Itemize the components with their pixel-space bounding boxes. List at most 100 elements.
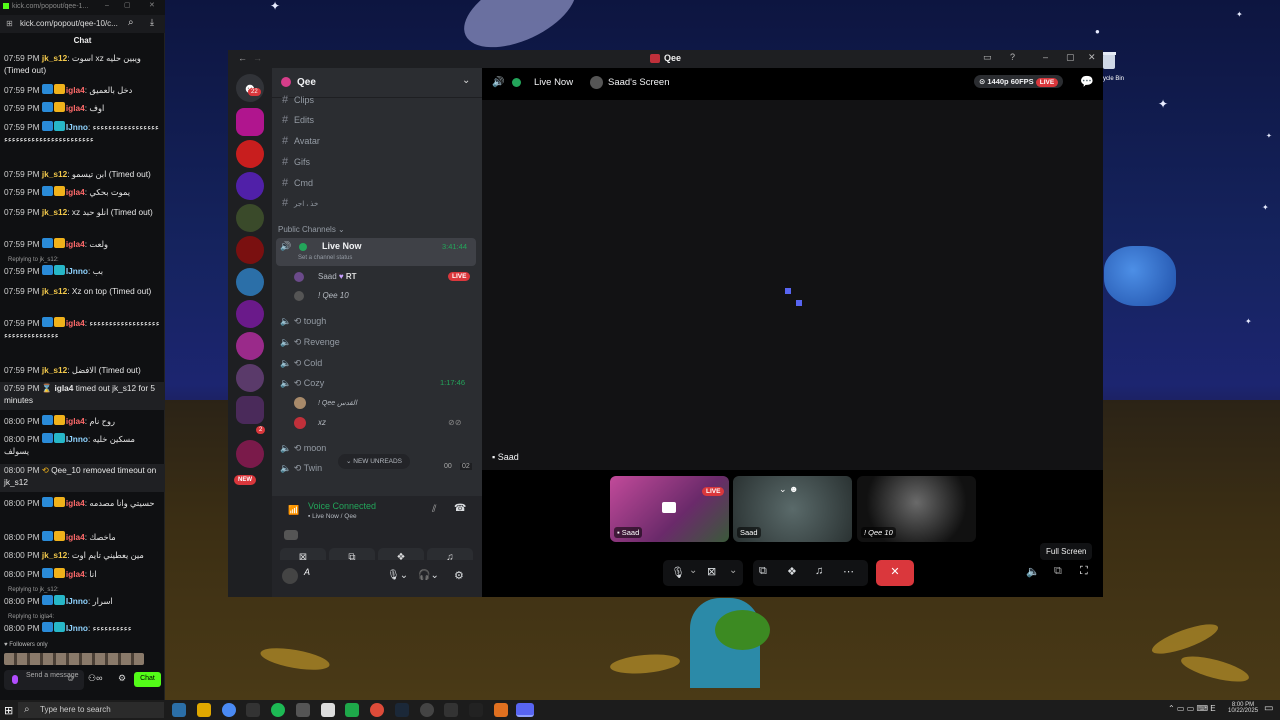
headphones-icon[interactable]: 🎧⌄ xyxy=(418,570,439,581)
server-icon[interactable] xyxy=(236,300,264,328)
avatar[interactable] xyxy=(282,568,298,584)
emoji-icon[interactable]: ☺ xyxy=(66,674,75,683)
voice-user[interactable]: ! Qee القدس xyxy=(294,397,357,409)
chevron-down-icon[interactable]: ⌄ xyxy=(729,565,737,576)
leave-call-button[interactable]: ✕ xyxy=(876,560,914,586)
chat-modes-icon[interactable]: ⚇∞ xyxy=(88,673,102,684)
chat-message[interactable]: 08:00 PM IJnno: ءءءءءءءءءء xyxy=(4,622,162,634)
share-screen-icon[interactable]: ⧉ xyxy=(759,565,767,578)
chat-message[interactable]: 07:59 PM jk_s12: اسوت xz ويبين حليه (Tim… xyxy=(4,52,162,76)
back-arrow-icon[interactable]: ← xyxy=(238,53,247,63)
moderation-message[interactable]: 07:59 PM ⌛ igla4 timed out jk_s12 for 5 … xyxy=(0,382,165,410)
gear-icon[interactable]: ⚙ xyxy=(118,673,126,684)
discord-taskbar-icon[interactable] xyxy=(516,703,534,717)
inbox-icon[interactable]: ▭ xyxy=(983,52,992,63)
server-folder-icon[interactable] xyxy=(236,364,264,392)
channel-cmd[interactable]: # Cmd xyxy=(282,177,313,191)
collapse-icon[interactable]: ⌄ ☻ xyxy=(779,484,799,495)
app-icon[interactable] xyxy=(246,703,260,717)
chat-message[interactable]: 07:59 PM igla4: ءءءءءءءءءءءءءءءءءءءءءءءء… xyxy=(4,317,162,341)
search-icon[interactable]: ⌕ xyxy=(128,17,134,28)
clock[interactable]: 8:00 PM 10/22/2025 xyxy=(1228,702,1258,714)
maximize-icon[interactable]: ▢ xyxy=(1066,52,1075,63)
voice-channel-revenge[interactable]: 🔈 ⟲ Revenge xyxy=(280,337,340,348)
chat-message[interactable]: 08:00 PM jk_s12: مين يعطيني تايم اوت xyxy=(4,549,162,561)
chat-message[interactable]: 08:00 PM igla4: ماخصك xyxy=(4,531,162,543)
server-icon[interactable] xyxy=(236,140,264,168)
voice-channel-cold[interactable]: 🔈 ⟲ Cold xyxy=(280,358,322,369)
channel-gifs[interactable]: # Gifs xyxy=(282,156,310,170)
gear-icon[interactable]: ⚙ xyxy=(454,569,464,582)
participant-tile-saad[interactable]: ⌄ ☻ Saad xyxy=(733,476,852,542)
tray-icons[interactable]: ⌃ ▭ ▭ ⌨ E xyxy=(1168,704,1216,713)
file-explorer-icon[interactable] xyxy=(197,703,211,717)
emote-row[interactable] xyxy=(4,653,144,665)
voice-user-qee[interactable]: ! Qee 10 xyxy=(294,291,349,301)
server-icon[interactable] xyxy=(236,236,264,264)
app-icon[interactable] xyxy=(420,703,434,717)
noise-suppression-icon[interactable]: ⫽ xyxy=(432,504,436,515)
activities-icon[interactable]: ❖ xyxy=(787,565,797,578)
download-icon[interactable]: ⤓ xyxy=(150,17,154,28)
server-icon[interactable] xyxy=(236,268,264,296)
chat-message[interactable]: 07:59 PM igla4: يموت بحكي xyxy=(4,186,162,198)
chevron-down-icon[interactable]: ⌄ xyxy=(462,75,470,86)
chat-message[interactable]: 07:59 PM jk_s12: الافضل (Timed out) xyxy=(4,364,162,376)
chat-message[interactable]: 07:59 PM IJnno: بب xyxy=(4,265,162,277)
chat-message[interactable]: 07:59 PM jk_s12: xz انلو حبد (Timed out) xyxy=(4,206,162,218)
signal-icon[interactable]: 📶 xyxy=(288,505,299,516)
chat-message[interactable]: 07:59 PM igla4: دخل بالعميق xyxy=(4,84,162,96)
participant-tile-qee[interactable]: ! Qee 10 xyxy=(857,476,976,542)
channel-edits[interactable]: # Edits xyxy=(282,114,314,128)
soundboard-icon[interactable]: ♫ xyxy=(815,565,823,577)
help-icon[interactable]: ? xyxy=(1010,52,1015,62)
channel-live-now[interactable]: 🔊 Live Now 3:41:44 Set a channel status xyxy=(276,238,476,266)
new-unreads-pill[interactable]: ⌄ NEW UNREADS xyxy=(338,454,411,469)
windows-start-icon[interactable]: ⊞ xyxy=(4,704,13,717)
recycle-bin-icon[interactable] xyxy=(1100,50,1124,74)
app-icon[interactable] xyxy=(494,703,508,717)
chat-message[interactable]: 07:59 PM IJnno: ءءءءءءءءءءءءءءءءءءءءءءءء… xyxy=(4,121,162,145)
moderation-message[interactable]: 08:00 PM ⟲ Qee_10 removed timeout on jk_… xyxy=(0,464,165,492)
minimize-icon[interactable]: – xyxy=(105,2,109,9)
maximize-icon[interactable]: ▢ xyxy=(124,1,131,9)
microphone-icon[interactable]: 🎙 xyxy=(671,566,685,579)
notepad-icon[interactable] xyxy=(321,703,335,717)
volume-icon[interactable]: 🔈 xyxy=(1026,565,1040,578)
chevron-down-icon[interactable]: ⌄ xyxy=(689,565,697,576)
mic-control[interactable]: 🎙 ⌄ ⊠ ⌄ xyxy=(663,560,743,586)
steam-icon[interactable] xyxy=(395,703,409,717)
stream-stage[interactable]: ▪ Saad xyxy=(482,100,1103,470)
spotify-icon[interactable] xyxy=(271,703,285,717)
close-icon[interactable]: ✕ xyxy=(1088,52,1096,63)
app-icon[interactable] xyxy=(469,703,483,717)
forward-arrow-icon[interactable]: → xyxy=(253,53,262,63)
server-icon[interactable] xyxy=(236,108,264,136)
voice-user[interactable]: xz ⊘⊘ xyxy=(294,417,478,429)
app-icon[interactable] xyxy=(345,703,359,717)
camera-off-icon[interactable]: ⊠ xyxy=(707,565,716,578)
chat-message[interactable]: 07:59 PM igla4: ولعت xyxy=(4,238,162,250)
server-icon[interactable] xyxy=(236,172,264,200)
chrome-icon[interactable] xyxy=(370,703,384,717)
task-view-icon[interactable] xyxy=(172,703,186,717)
server-icon[interactable] xyxy=(236,204,264,232)
participant-tile-saad-stream[interactable]: LIVE ▪ Saad xyxy=(610,476,729,542)
site-info-icon[interactable]: ⊞ xyxy=(6,19,13,28)
microphone-icon[interactable]: 🎙⌄ xyxy=(387,570,408,581)
chat-message[interactable]: 07:59 PM jk_s12: Xz on top (Timed out) xyxy=(4,285,162,297)
send-chat-button[interactable]: Chat xyxy=(134,672,161,687)
chat-message[interactable]: 08:00 PM igla4: حسيتي وانا مصدمه xyxy=(4,497,162,509)
chat-message[interactable]: 07:59 PM igla4: اوف xyxy=(4,102,162,114)
minimize-icon[interactable]: – xyxy=(1043,52,1048,62)
voice-user-saad[interactable]: Saad ♥ RT LIVE xyxy=(294,272,471,282)
chat-message[interactable]: 08:00 PM igla4: روح نام xyxy=(4,415,162,427)
app-icon[interactable] xyxy=(296,703,310,717)
channel-arabic[interactable]: # خذ ، اجر xyxy=(282,197,318,211)
server-icon[interactable] xyxy=(236,440,264,468)
voice-channel-tough[interactable]: 🔈 ⟲ tough xyxy=(280,316,326,327)
close-icon[interactable]: ✕ xyxy=(149,1,155,9)
channel-avatar[interactable]: # Avatar xyxy=(282,135,320,149)
chat-bubble-icon[interactable]: 💬 xyxy=(1080,75,1094,88)
chat-message[interactable]: 08:00 PM IJnno: مسكين خليه يسولف xyxy=(4,433,162,457)
